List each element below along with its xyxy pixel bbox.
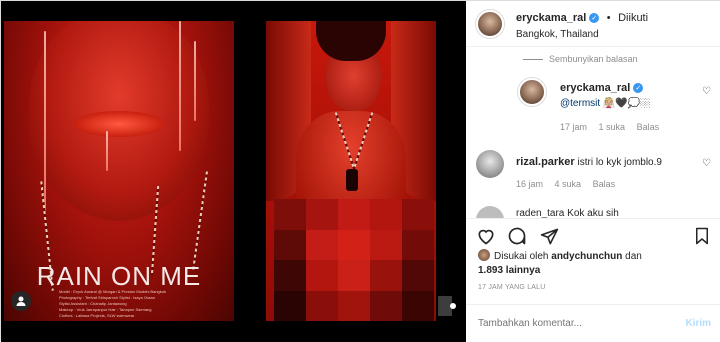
heart-icon[interactable] xyxy=(475,225,497,247)
post-comment-button[interactable]: Kirim xyxy=(685,318,711,329)
avatar[interactable] xyxy=(476,9,504,38)
comment-text-partial: raden_tara Kok aku sih xyxy=(516,208,619,218)
like-comment-heart-icon[interactable]: ♡ xyxy=(702,86,711,97)
post-sidebar: eryckama_ral ✓ • Diikuti Bangkok, Thaila… xyxy=(466,1,720,342)
poster-credits: Model : Eryck Amaral @ Morgan & Preston … xyxy=(59,289,166,318)
reply-button[interactable]: Balas xyxy=(593,179,616,189)
others-likes-link[interactable]: 1.893 lainnya xyxy=(478,265,540,276)
share-icon[interactable] xyxy=(538,225,560,247)
avatar xyxy=(478,249,490,261)
hide-replies-button[interactable]: Sembunyikan balasan xyxy=(523,54,638,64)
comment-text: rizal.parker istri lo kyk jomblo.9 xyxy=(516,156,662,168)
bookmark-icon[interactable] xyxy=(691,225,713,247)
avatar[interactable] xyxy=(476,150,504,178)
location-link[interactable]: Bangkok, Thailand xyxy=(516,29,648,40)
reply-button[interactable]: Balas xyxy=(637,122,660,132)
like-comment-heart-icon[interactable]: ♡ xyxy=(702,158,711,169)
separator: • xyxy=(606,11,611,24)
post-timestamp[interactable]: 17 JAM YANG LALU xyxy=(478,284,546,291)
avatar[interactable] xyxy=(476,206,504,218)
liker-username[interactable]: andychunchun xyxy=(551,251,622,262)
avatar[interactable] xyxy=(518,78,546,106)
follow-status-button[interactable]: Diikuti xyxy=(618,12,648,24)
reply-meta: 17 jam 1 suka Balas xyxy=(560,122,660,132)
action-bar xyxy=(466,218,720,250)
comment-username[interactable]: rizal.parker xyxy=(516,156,575,168)
reply-username[interactable]: eryckama_ral ✓ xyxy=(560,82,644,94)
next-media-button[interactable] xyxy=(450,303,456,309)
comment-meta: 16 jam 4 suka Balas xyxy=(516,179,616,189)
censor-pixelation xyxy=(274,199,434,321)
user-tag-icon[interactable] xyxy=(11,291,31,311)
author-username[interactable]: eryckama_ral ✓ xyxy=(516,12,600,24)
shirtless-photo xyxy=(266,21,436,321)
comment-input[interactable] xyxy=(478,318,658,329)
instagram-post-window: RAIN ON ME Model : Eryck Amaral @ Morgan… xyxy=(0,0,720,342)
verified-badge-icon: ✓ xyxy=(589,12,600,23)
add-comment-box: Kirim xyxy=(466,304,720,342)
poster-image: RAIN ON ME Model : Eryck Amaral @ Morgan… xyxy=(4,21,234,321)
reply-text: @termsit 👰🏼🖤💭🏼 xyxy=(560,98,651,109)
verified-badge-icon: ✓ xyxy=(633,83,644,93)
mention-link[interactable]: @termsit xyxy=(560,98,600,109)
post-header: eryckama_ral ✓ • Diikuti Bangkok, Thaila… xyxy=(466,1,720,47)
comments-list[interactable]: Sembunyikan balasan eryckama_ral ✓ @term… xyxy=(466,48,720,218)
likes-summary: Disukai oleh andychunchun dan 1.893 lain… xyxy=(478,249,642,276)
comment-icon[interactable] xyxy=(506,225,528,247)
poster-title: RAIN ON ME xyxy=(36,261,202,291)
post-media[interactable]: RAIN ON ME Model : Eryck Amaral @ Morgan… xyxy=(1,1,466,342)
